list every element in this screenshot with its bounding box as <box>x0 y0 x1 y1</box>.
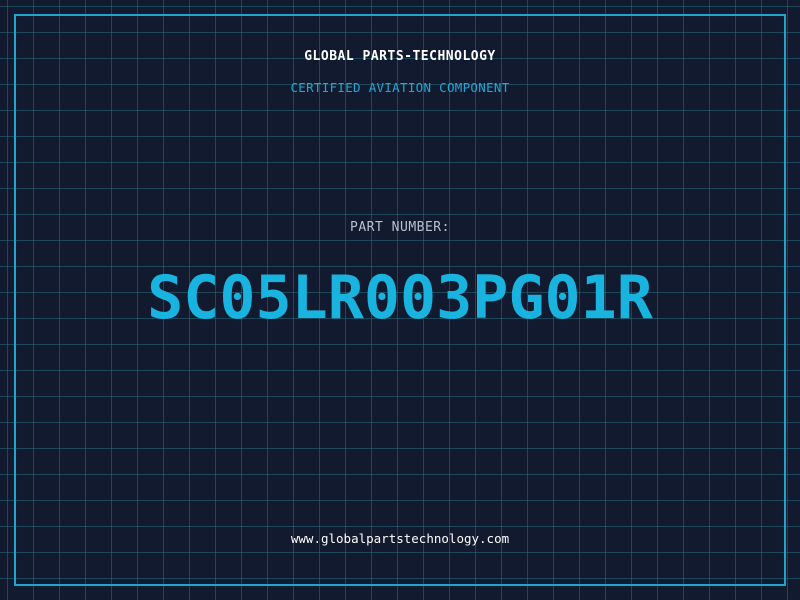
part-card: GLOBAL PARTS-TECHNOLOGY CERTIFIED AVIATI… <box>0 0 800 600</box>
part-number-label: PART NUMBER: <box>350 220 450 235</box>
website-url: www.globalpartstechnology.com <box>290 531 510 546</box>
company-subtitle: CERTIFIED AVIATION COMPONENT <box>290 80 510 95</box>
company-name: GLOBAL PARTS-TECHNOLOGY <box>304 49 496 64</box>
part-number-value: SC05LR003PG01R <box>147 263 653 333</box>
